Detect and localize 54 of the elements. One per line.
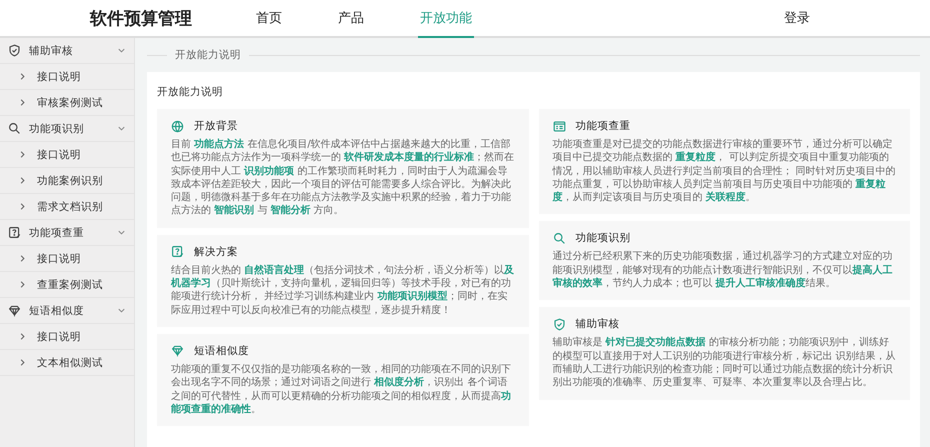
card-title: 开放背景 (194, 119, 238, 133)
sidebar-group[interactable]: 辅助审核 (0, 38, 134, 64)
card-text: 功能项的重复不仅仅指的是功能项名称的一致，相同的功能项在不同的识别下会出现名字不同的场景；通过对词语之间进行 相似度分析，识别出 各个词语之间的可代替性，从而可以更精确的分析功能项之间的相似程度，从而提高功能项查重的准确性。 (171, 362, 512, 416)
card-title: 功能项查重 (576, 119, 630, 133)
sidebar-item[interactable]: 接口说明 (0, 64, 134, 90)
chevron-right-icon (18, 280, 27, 289)
chevron-right-icon (18, 332, 27, 341)
shield-check-icon (8, 44, 21, 57)
chevron-right-icon (18, 150, 27, 159)
card-text: 辅助审核是 针对已提交功能点数据 的审核分析功能；功能项识别中，训练好的模型可以直接用于对人工识别的功能项进行审核分析，标记出 识别结果，从而辅助人工进行功能识别的检查功能；同时可以通过功能点数据的统计分析识别出功能项的准确率、历史重复率、可疑率、本次重复率以及合理占比。 (552, 336, 896, 390)
sidebar-item[interactable]: 需求文档识别 (0, 194, 134, 220)
card-text: 结合目前火热的 自然语言处理（包括分词技术，句法分析，语义分析等）以及机器学习（贝叶斯统计，支持向量机，逻辑回归等）等技术手段，对已有的功能项进行统计分析， 并经过学习训练构建业内 功能项识别模型；同时，在实际应用过程中可以反向校准已有的功能点模型，逐步提升精度！ (171, 264, 514, 317)
diamond-icon (171, 344, 184, 358)
list-document-icon (552, 120, 566, 132)
chevron-down-icon (117, 124, 126, 133)
question-document-icon (171, 245, 184, 258)
globe-icon (171, 120, 184, 132)
question-document-icon (8, 226, 21, 239)
card-title: 功能项识别 (576, 231, 630, 246)
chevron-down-icon (117, 306, 126, 315)
sidebar-group[interactable]: 功能项查重 (0, 220, 134, 246)
section-title: 开放能力说明 (175, 48, 241, 62)
search-icon (552, 232, 566, 245)
login-link[interactable]: 登录 (784, 9, 810, 27)
card-text: 通过分析已经积累下来的历史功能项数据，通过机器学习的方式建立对应的功能项识别模型，能够对现有的功能点计数项进行智能识别，不仅可以提高人工审核的效率，节约人力成本；也可以 提升人工审核准确度结果。 (552, 250, 894, 290)
chevron-right-icon (18, 202, 27, 211)
sidebar-item[interactable]: 接口说明 (0, 324, 134, 350)
chevron-right-icon (18, 72, 27, 81)
nav-tab[interactable]: 产品 (336, 0, 366, 38)
panel-title: 开放能力说明 (157, 85, 223, 99)
nav-tab[interactable]: 首页 (254, 0, 284, 38)
sidebar-item[interactable]: 功能案例识别 (0, 168, 134, 194)
sidebar-item[interactable]: 接口说明 (0, 142, 134, 168)
card-title: 解决方案 (194, 244, 238, 259)
chevron-down-icon (117, 46, 126, 55)
shield-check-icon (552, 318, 566, 331)
card-title: 辅助审核 (576, 317, 620, 332)
card-title: 短语相似度 (194, 344, 249, 358)
search-icon (8, 122, 21, 135)
card-text: 目前 功能点方法 在信息化项目/软件成本评估中占据越来越大的比重，工信部也已将功能点方法作为一项科学统一的 软件研发成本度量的行业标准；然而在实际使用中人工 识别功能项 的工作繁琐而耗时耗力，同时由于人为疏漏会导致成本评估差距较大，因此一个项目的评估可能需要多人综合评比。为解决此问题，明德微科基于多年在功能点方法教学及实施中积累的经验，着力于功能点方法的 智能识别 与 智能分析 方向。 (171, 138, 514, 218)
sidebar-item[interactable]: 文本相似测试 (0, 350, 134, 376)
card-text: 功能项查重是对已提交的功能点数据进行审核的重要环节，通过分析可以确定项目中已提交功能点数据的 重复粒度， 可以判定所提交项目中重复功能项的情况，用以辅助审核人员进行判定当前项目的合理性； 同时针对历史项目中的功能点重复，可以协助审核人员判定当前项目与历史项目中功能项的 重复粒度，从而判定该项目与历史项目的 关联程度。 (552, 138, 896, 204)
sidebar-item[interactable]: 审核案例测试 (0, 90, 134, 116)
sidebar-group[interactable]: 功能项识别 (0, 116, 134, 142)
chevron-right-icon (18, 358, 27, 367)
sidebar-item[interactable]: 查重案例测试 (0, 272, 134, 298)
app-logo: 软件预算管理 (90, 8, 192, 30)
chevron-right-icon (18, 98, 27, 107)
diamond-icon (8, 304, 21, 317)
sidebar-group[interactable]: 短语相似度 (0, 298, 134, 324)
chevron-right-icon (18, 254, 27, 263)
chevron-right-icon (18, 176, 27, 185)
chevron-down-icon (117, 228, 126, 237)
sidebar-item[interactable]: 接口说明 (0, 246, 134, 272)
